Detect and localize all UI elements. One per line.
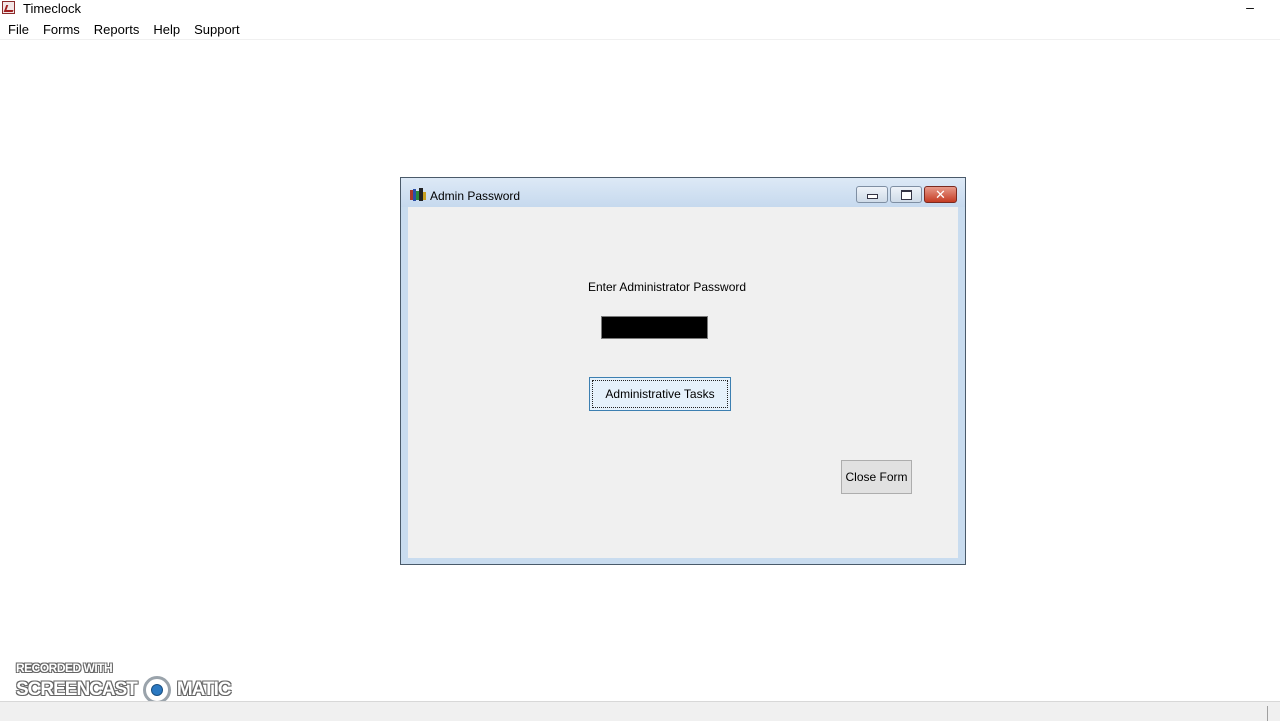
dialog-minimize-button[interactable] [856, 186, 888, 203]
app-minimize-button[interactable]: – [1244, 0, 1256, 14]
status-bar [0, 701, 1280, 721]
close-form-button[interactable]: Close Form [841, 460, 912, 494]
screencast-watermark: RECORDED WITH SCREENCAST MATIC [16, 661, 232, 704]
close-icon: ✕ [935, 186, 946, 202]
menu-file[interactable]: File [8, 22, 29, 37]
watermark-right-text: MATIC [176, 679, 232, 700]
watermark-wordmark: SCREENCAST MATIC [16, 676, 232, 704]
administrative-tasks-button[interactable]: Administrative Tasks [589, 377, 731, 411]
minimize-icon [866, 194, 878, 199]
password-input[interactable] [601, 316, 708, 339]
dialog-body: Enter Administrator Password Administrat… [408, 207, 958, 558]
dialog-titlebar[interactable]: Admin Password ✕ [401, 178, 965, 207]
password-prompt-label: Enter Administrator Password [588, 280, 747, 294]
menu-help[interactable]: Help [153, 22, 180, 37]
resize-grip-icon[interactable] [1267, 706, 1280, 721]
form-icon [410, 188, 426, 201]
menubar: File Forms Reports Help Support [0, 20, 1280, 40]
watermark-left-text: SCREENCAST [16, 679, 138, 700]
dialog-close-button[interactable]: ✕ [924, 186, 957, 203]
dialog-title: Admin Password [430, 189, 521, 203]
screencast-logo-icon [142, 676, 171, 704]
app-title: Timeclock [23, 1, 82, 16]
menu-support[interactable]: Support [194, 22, 240, 37]
maximize-icon [900, 189, 912, 200]
admin-password-dialog: Admin Password ✕ Enter Administrator Pas… [400, 177, 966, 565]
timeclock-app-icon [2, 1, 15, 14]
menu-forms[interactable]: Forms [43, 22, 80, 37]
app-titlebar: Timeclock – [0, 0, 1280, 18]
menu-reports[interactable]: Reports [94, 22, 140, 37]
watermark-caption: RECORDED WITH [16, 661, 113, 675]
dialog-maximize-button[interactable] [890, 186, 922, 203]
